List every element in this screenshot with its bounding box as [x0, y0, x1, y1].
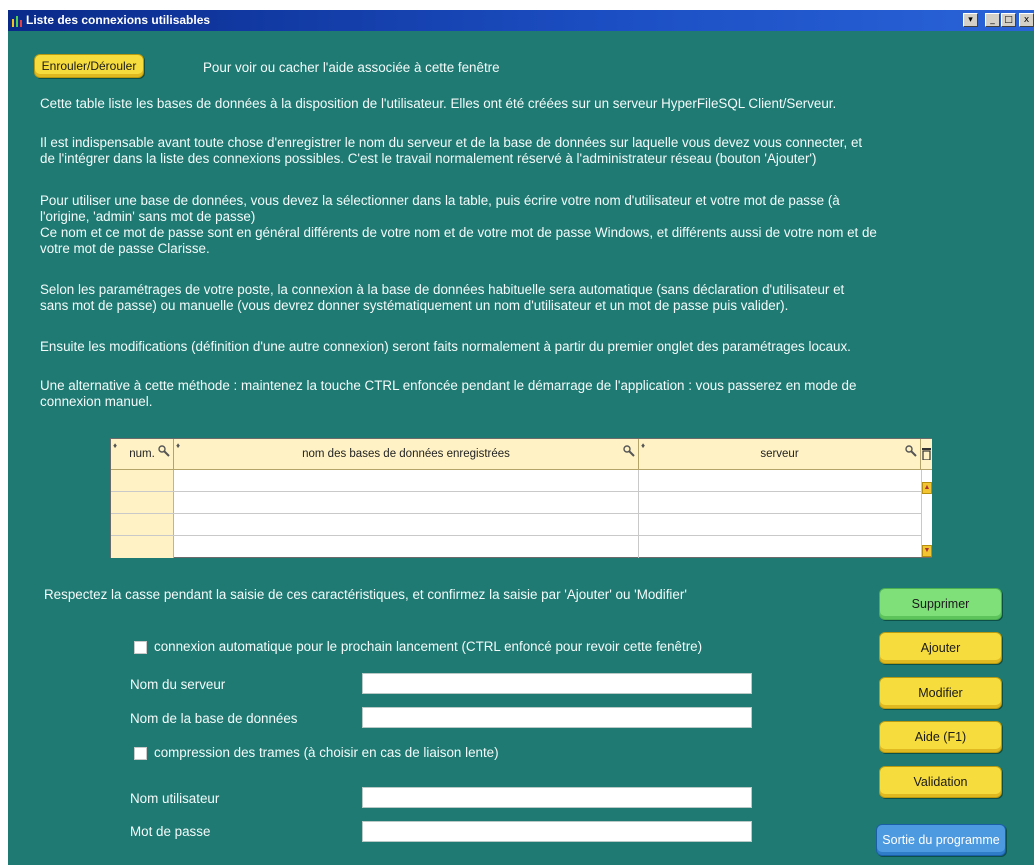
- delete-button[interactable]: Supprimer: [879, 588, 1002, 620]
- compression-label: compression des trames (à choisir en cas…: [154, 745, 499, 760]
- connections-window: Liste des connexions utilisables ▾ _ □ x…: [8, 10, 1034, 865]
- table-cell-name: [174, 536, 639, 558]
- database-label: Nom de la base de données: [130, 711, 298, 726]
- help-paragraph-2-line-1: Il est indispensable avant toute chose d…: [40, 135, 863, 150]
- validate-button[interactable]: Validation: [879, 766, 1002, 798]
- help-button[interactable]: Aide (F1): [879, 721, 1002, 753]
- help-paragraph-6-line-2: connexion manuel.: [40, 394, 153, 409]
- table-cell-num: [111, 536, 174, 558]
- help-paragraph-3-line-3: Ce nom et ce mot de passe sont en généra…: [40, 225, 877, 240]
- minimize-button[interactable]: _: [985, 13, 1000, 27]
- help-paragraph-4-line-2: sans mot de passe) ou manuelle (vous dev…: [40, 298, 789, 313]
- add-button[interactable]: Ajouter: [879, 632, 1002, 664]
- sort-icon[interactable]: ♦: [113, 430, 117, 461]
- table-row[interactable]: [111, 536, 921, 558]
- table-scrollbar[interactable]: ▲ ▼: [921, 470, 932, 557]
- column-header-num-label: num.: [129, 448, 155, 460]
- column-header-database-name[interactable]: ♦ nom des bases de données enregistrées: [174, 439, 639, 470]
- server-field[interactable]: [362, 673, 752, 694]
- window-title: Liste des connexions utilisables: [26, 13, 211, 27]
- search-icon[interactable]: [623, 439, 635, 470]
- username-label: Nom utilisateur: [130, 791, 220, 806]
- sort-icon[interactable]: ♦: [641, 430, 645, 461]
- column-header-num[interactable]: ♦ num.: [111, 439, 174, 470]
- help-paragraph-4-line-1: Selon les paramétrages de votre poste, l…: [40, 282, 845, 297]
- table-row[interactable]: [111, 514, 921, 536]
- column-header-server[interactable]: ♦ serveur: [639, 439, 921, 470]
- password-label: Mot de passe: [130, 824, 211, 839]
- table-cell-name: [174, 514, 639, 535]
- column-header-database-name-label: nom des bases de données enregistrées: [302, 448, 510, 460]
- table-row[interactable]: [111, 470, 921, 492]
- close-button[interactable]: x: [1019, 13, 1034, 27]
- table-cell-name: [174, 470, 639, 491]
- case-note: Respectez la casse pendant la saisie de …: [44, 587, 687, 602]
- exit-button[interactable]: Sortie du programme: [876, 824, 1006, 856]
- compression-checkbox[interactable]: [134, 747, 147, 760]
- sort-icon[interactable]: ♦: [176, 430, 180, 461]
- help-paragraph-5: Ensuite les modifications (définition d'…: [40, 339, 851, 354]
- maximize-button[interactable]: □: [1001, 13, 1016, 27]
- trash-icon[interactable]: [921, 439, 932, 470]
- table-cell-num: [111, 514, 174, 535]
- password-field[interactable]: [362, 821, 752, 842]
- help-paragraph-2-line-2: de l'intégrer dans la liste des connexio…: [40, 151, 817, 166]
- username-field[interactable]: [362, 787, 752, 808]
- help-paragraph-1: Cette table liste les bases de données à…: [40, 96, 837, 111]
- auto-connect-label: connexion automatique pour le prochain l…: [154, 639, 703, 654]
- help-paragraph-3-line-4: votre mot de passe Clarisse.: [40, 241, 210, 256]
- toggle-help-description: Pour voir ou cacher l'aide associée à ce…: [203, 60, 500, 75]
- scroll-up-icon[interactable]: ▲: [922, 482, 932, 494]
- app-icon: [11, 14, 23, 27]
- table-row[interactable]: [111, 492, 921, 514]
- column-header-server-label: serveur: [760, 448, 799, 460]
- search-icon[interactable]: [158, 439, 170, 470]
- table-cell-num: [111, 470, 174, 491]
- database-field[interactable]: [362, 707, 752, 728]
- server-label: Nom du serveur: [130, 677, 226, 692]
- toggle-help-button[interactable]: Enrouler/Dérouler: [34, 54, 144, 78]
- connections-table[interactable]: ♦ num. ♦ nom des bases de données enregi…: [110, 438, 932, 558]
- window-menu-button[interactable]: ▾: [963, 13, 978, 27]
- modify-button[interactable]: Modifier: [879, 677, 1002, 709]
- scroll-down-icon[interactable]: ▼: [922, 545, 932, 557]
- auto-connect-checkbox[interactable]: [134, 641, 147, 654]
- help-paragraph-3-line-1: Pour utiliser une base de données, vous …: [40, 193, 840, 208]
- table-cell-name: [174, 492, 639, 513]
- help-paragraph-6-line-1: Une alternative à cette méthode : mainte…: [40, 378, 857, 393]
- search-icon[interactable]: [905, 439, 917, 470]
- help-paragraph-3-line-2: l'origine, 'admin' sans mot de passe): [40, 209, 256, 224]
- table-cell-num: [111, 492, 174, 513]
- title-bar[interactable]: Liste des connexions utilisables ▾ _ □ x: [8, 10, 1034, 31]
